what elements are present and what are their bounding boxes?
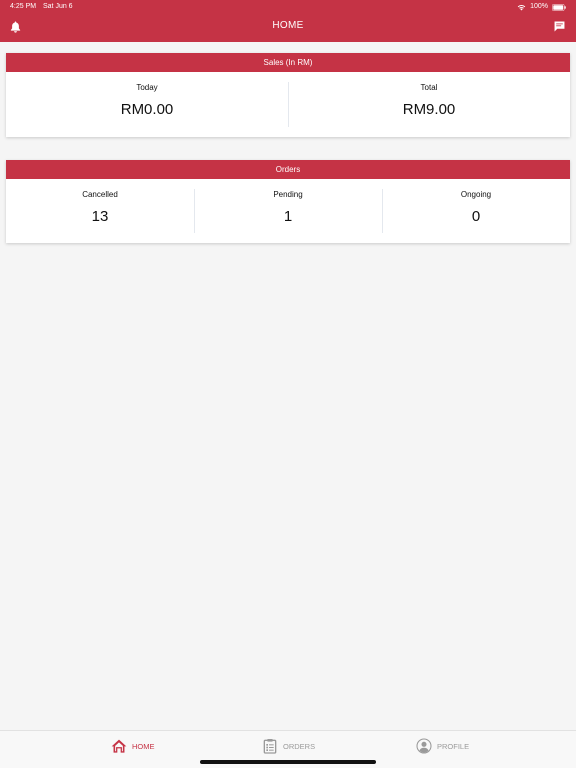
- orders-stat-ongoing[interactable]: Ongoing 0: [382, 179, 570, 243]
- sales-card: Sales (In RM) Today RM0.00 Total RM9.00: [6, 53, 570, 137]
- tab-orders[interactable]: ORDERS: [262, 737, 315, 755]
- status-indicators: 100%: [517, 0, 566, 14]
- stat-label: Today: [136, 83, 158, 92]
- wifi-icon: [517, 4, 526, 10]
- tab-profile[interactable]: PROFILE: [416, 737, 469, 755]
- user-circle-icon: [416, 738, 432, 754]
- stat-label: Ongoing: [460, 190, 492, 199]
- battery-percentage: 100%: [530, 3, 548, 10]
- sales-card-title: Sales (In RM): [6, 53, 570, 72]
- stat-label: Pending: [273, 190, 303, 199]
- orders-stat-pending[interactable]: Pending 1: [194, 179, 382, 243]
- stat-value: 1: [283, 208, 293, 225]
- tab-profile-label: PROFILE: [437, 741, 470, 751]
- stat-value: RM9.00: [402, 101, 456, 118]
- tab-home[interactable]: HOME: [111, 737, 155, 755]
- stat-value: 13: [91, 208, 109, 225]
- stat-label: Cancelled: [82, 190, 118, 199]
- home-icon: [111, 739, 127, 753]
- sales-stats: Today RM0.00 Total RM9.00: [6, 72, 570, 137]
- stat-label: Total: [420, 83, 438, 92]
- orders-card: Orders Cancelled 13 Pending 1 Ongoing 0: [6, 160, 570, 243]
- orders-stats: Cancelled 13 Pending 1 Ongoing 0: [6, 179, 570, 243]
- top-navigation-bar: 4:25 PM Sat Jun 6 100% HOME: [0, 0, 576, 42]
- sales-stat-total: Total RM9.00: [288, 72, 570, 137]
- tab-home-label: HOME: [132, 741, 155, 751]
- status-bar: 4:25 PM Sat Jun 6 100%: [0, 0, 576, 14]
- sales-stat-today: Today RM0.00: [6, 72, 288, 137]
- status-date: Sat Jun 6: [43, 3, 73, 10]
- home-indicator: [200, 760, 376, 764]
- page-title: HOME: [272, 20, 304, 31]
- bottom-tab-bar: HOME ORDERS PROFILE: [0, 730, 576, 768]
- orders-card-title: Orders: [6, 160, 570, 179]
- stat-value: 0: [471, 208, 481, 225]
- status-time: 4:25 PM: [10, 3, 37, 10]
- battery-icon: [552, 3, 566, 11]
- stat-value: RM0.00: [120, 101, 174, 118]
- chat-icon[interactable]: [554, 21, 565, 32]
- clipboard-icon: [263, 739, 277, 754]
- tab-orders-label: ORDERS: [283, 741, 316, 751]
- orders-stat-cancelled[interactable]: Cancelled 13: [6, 179, 194, 243]
